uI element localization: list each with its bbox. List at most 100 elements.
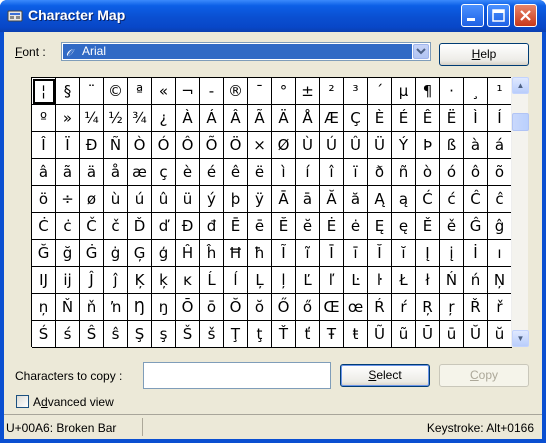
- character-cell[interactable]: š: [200, 321, 224, 348]
- character-cell[interactable]: ħ: [248, 240, 272, 267]
- character-cell[interactable]: ő: [296, 294, 320, 321]
- character-cell[interactable]: ē: [248, 213, 272, 240]
- character-cell[interactable]: ō: [200, 294, 224, 321]
- scroll-thumb[interactable]: [512, 113, 529, 131]
- character-cell[interactable]: Ľ: [296, 267, 320, 294]
- character-cell[interactable]: Ã: [248, 105, 272, 132]
- character-cell[interactable]: Ş: [128, 321, 152, 348]
- character-cell[interactable]: ö: [32, 186, 56, 213]
- character-cell[interactable]: à: [464, 132, 488, 159]
- close-button[interactable]: [514, 4, 537, 27]
- character-cell[interactable]: ŋ: [152, 294, 176, 321]
- character-cell[interactable]: Ł: [392, 267, 416, 294]
- character-cell[interactable]: ė: [344, 213, 368, 240]
- character-cell[interactable]: Ú: [320, 132, 344, 159]
- character-cell[interactable]: ²: [320, 78, 344, 105]
- character-cell[interactable]: Ģ: [128, 240, 152, 267]
- character-cell[interactable]: Ć: [416, 186, 440, 213]
- character-cell[interactable]: Ŋ: [128, 294, 152, 321]
- character-cell[interactable]: Đ: [176, 213, 200, 240]
- character-cell[interactable]: Ē: [224, 213, 248, 240]
- character-cell[interactable]: å: [104, 159, 128, 186]
- character-cell[interactable]: ţ: [248, 321, 272, 348]
- character-cell[interactable]: û: [152, 186, 176, 213]
- character-cell[interactable]: ĉ: [488, 186, 512, 213]
- character-cell[interactable]: ť: [296, 321, 320, 348]
- character-cell[interactable]: ¿: [152, 105, 176, 132]
- character-cell[interactable]: ÷: [56, 186, 80, 213]
- character-cell[interactable]: ò: [416, 159, 440, 186]
- character-cell[interactable]: Æ: [320, 105, 344, 132]
- character-cell[interactable]: Ō: [176, 294, 200, 321]
- character-cell[interactable]: Í: [488, 105, 512, 132]
- character-cell[interactable]: Ġ: [80, 240, 104, 267]
- character-cell[interactable]: Ĥ: [176, 240, 200, 267]
- character-cell[interactable]: Î: [32, 132, 56, 159]
- character-cell[interactable]: -: [200, 78, 224, 105]
- character-cell[interactable]: Ŀ: [344, 267, 368, 294]
- character-cell[interactable]: Û: [344, 132, 368, 159]
- font-dropdown[interactable]: 𝒪 Arial: [61, 42, 431, 61]
- character-cell[interactable]: í: [296, 159, 320, 186]
- character-cell[interactable]: ą: [392, 186, 416, 213]
- character-cell[interactable]: ë: [248, 159, 272, 186]
- character-cell[interactable]: Ņ: [488, 267, 512, 294]
- character-cell[interactable]: ¹: [488, 78, 512, 105]
- character-cell[interactable]: Œ: [320, 294, 344, 321]
- character-cell[interactable]: ¦: [32, 78, 56, 105]
- character-cell[interactable]: Ă: [320, 186, 344, 213]
- character-cell[interactable]: ņ: [32, 294, 56, 321]
- character-cell[interactable]: Ī: [320, 240, 344, 267]
- character-cell[interactable]: ¬: [176, 78, 200, 105]
- character-cell[interactable]: «: [152, 78, 176, 105]
- character-cell[interactable]: ·: [440, 78, 464, 105]
- character-cell[interactable]: ï: [344, 159, 368, 186]
- character-cell[interactable]: ģ: [152, 240, 176, 267]
- character-cell[interactable]: á: [488, 132, 512, 159]
- character-cell[interactable]: Ò: [128, 132, 152, 159]
- character-cell[interactable]: Ĉ: [464, 186, 488, 213]
- character-cell[interactable]: Š: [176, 321, 200, 348]
- advanced-view-checkbox[interactable]: [16, 395, 29, 408]
- character-cell[interactable]: Ĭ: [368, 240, 392, 267]
- character-cell[interactable]: Ø: [272, 132, 296, 159]
- character-cell[interactable]: ĵ: [104, 267, 128, 294]
- character-cell[interactable]: İ: [464, 240, 488, 267]
- character-cell[interactable]: ă: [344, 186, 368, 213]
- copy-button[interactable]: Copy: [439, 364, 529, 387]
- character-cell[interactable]: Ţ: [224, 321, 248, 348]
- character-cell[interactable]: Ĝ: [464, 213, 488, 240]
- character-cell[interactable]: ľ: [320, 267, 344, 294]
- character-cell[interactable]: Į: [416, 240, 440, 267]
- character-cell[interactable]: ć: [440, 186, 464, 213]
- character-cell[interactable]: §: [56, 78, 80, 105]
- scroll-down-button[interactable]: ▼: [512, 330, 529, 347]
- character-cell[interactable]: ¼: [80, 105, 104, 132]
- character-cell[interactable]: Ö: [224, 132, 248, 159]
- character-cell[interactable]: ±: [296, 78, 320, 105]
- character-cell[interactable]: Ŏ: [224, 294, 248, 321]
- character-cell[interactable]: ī: [344, 240, 368, 267]
- character-cell[interactable]: ª: [128, 78, 152, 105]
- character-cell[interactable]: Ï: [56, 132, 80, 159]
- character-cell[interactable]: Ð: [80, 132, 104, 159]
- character-cell[interactable]: Ç: [344, 105, 368, 132]
- character-cell[interactable]: ı: [488, 240, 512, 267]
- character-cell[interactable]: Ħ: [224, 240, 248, 267]
- character-cell[interactable]: ô: [464, 159, 488, 186]
- maximize-button[interactable]: [487, 4, 510, 27]
- character-cell[interactable]: Á: [200, 105, 224, 132]
- character-cell[interactable]: ċ: [56, 213, 80, 240]
- character-cell[interactable]: Ì: [464, 105, 488, 132]
- character-cell[interactable]: ŀ: [368, 267, 392, 294]
- character-cell[interactable]: õ: [488, 159, 512, 186]
- character-cell[interactable]: Ù: [296, 132, 320, 159]
- character-cell[interactable]: ĥ: [200, 240, 224, 267]
- character-cell[interactable]: ĭ: [392, 240, 416, 267]
- character-cell[interactable]: À: [176, 105, 200, 132]
- character-cell[interactable]: đ: [200, 213, 224, 240]
- character-cell[interactable]: ĸ: [176, 267, 200, 294]
- character-cell[interactable]: ŉ: [104, 294, 128, 321]
- character-cell[interactable]: Ŗ: [416, 294, 440, 321]
- character-cell[interactable]: ã: [56, 159, 80, 186]
